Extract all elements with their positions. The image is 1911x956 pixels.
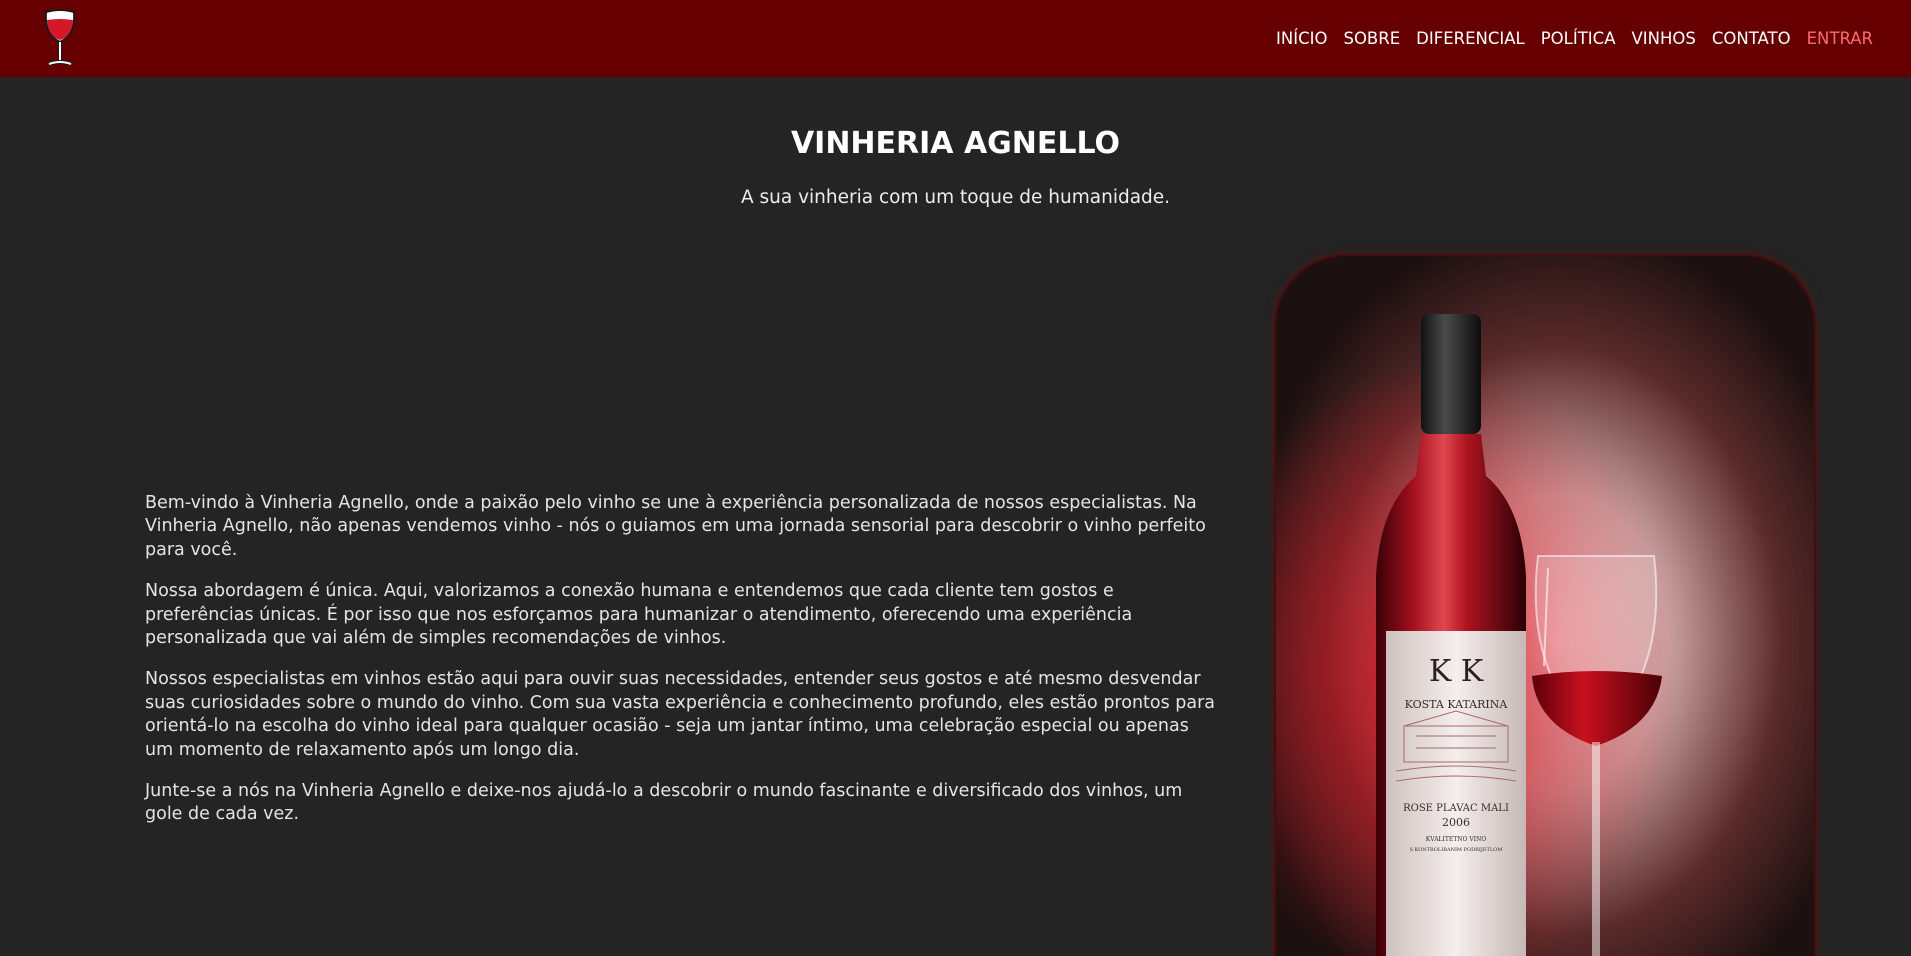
nav-contato[interactable]: CONTATO bbox=[1712, 29, 1791, 48]
wine-photo: K K KOSTA KATARINA ROSE PLAVAC MALI 2006… bbox=[1276, 256, 1814, 956]
label-variety: ROSE PLAVAC MALI bbox=[1403, 803, 1509, 814]
nav-entrar[interactable]: ENTRAR bbox=[1807, 29, 1873, 48]
nav-diferencial[interactable]: DIFERENCIAL bbox=[1416, 29, 1525, 48]
label-year: 2006 bbox=[1442, 816, 1470, 829]
nav-vinhos[interactable]: VINHOS bbox=[1631, 29, 1695, 48]
navbar: INÍCIO SOBRE DIFERENCIAL POLÍTICA VINHOS… bbox=[0, 0, 1911, 77]
nav-inicio[interactable]: INÍCIO bbox=[1276, 29, 1327, 48]
label-line-1: KVALITETNO VINO bbox=[1426, 836, 1487, 843]
about-paragraph-4: Junte-se a nós na Vinheria Agnello e dei… bbox=[145, 781, 1183, 825]
label-line-2: S KONTROLIRANIM PODRIJETLOM bbox=[1410, 847, 1503, 853]
about-paragraph-1: Bem-vindo à Vinheria Agnello, onde a pai… bbox=[145, 493, 1206, 560]
label-winery: KOSTA KATARINA bbox=[1405, 698, 1509, 711]
page-subtitle: A sua vinheria com um toque de humanidad… bbox=[740, 187, 1171, 208]
about-paragraph-2: Nossa abordagem é única. Aqui, valorizam… bbox=[145, 581, 1133, 649]
page-title: VINHERIA AGNELLO bbox=[790, 126, 1121, 161]
nav-sobre[interactable]: SOBRE bbox=[1343, 29, 1400, 48]
nav-politica[interactable]: POLÍTICA bbox=[1541, 29, 1616, 48]
label-brand: K K bbox=[1429, 654, 1484, 689]
logo-wine-glass-icon[interactable] bbox=[40, 6, 80, 70]
about-paragraph-3: Nossos especialistas em vinhos estão aqu… bbox=[145, 669, 1216, 760]
about-text: Bem-vindo à Vinheria Agnello, onde a pai… bbox=[145, 492, 1220, 845]
main-nav: INÍCIO SOBRE DIFERENCIAL POLÍTICA VINHOS… bbox=[1260, 0, 1873, 77]
